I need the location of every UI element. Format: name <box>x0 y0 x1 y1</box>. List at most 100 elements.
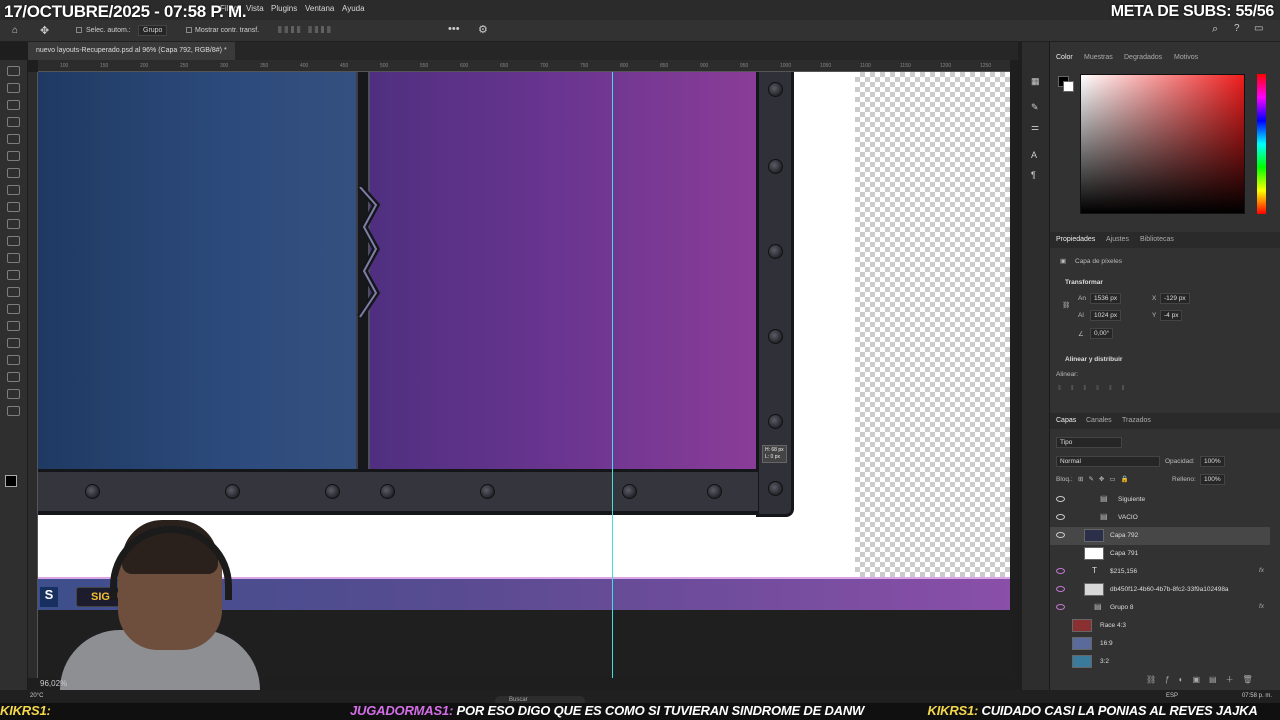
layer-row[interactable]: ▤ VACIO <box>1050 509 1270 527</box>
layer-row-selected[interactable]: Capa 792 <box>1050 527 1270 545</box>
fx-icon[interactable]: fx <box>1259 603 1264 610</box>
layer-row[interactable]: db450f12-4b60-4b7b-8fc2-33f9a102498a <box>1050 581 1270 599</box>
frame-tool[interactable] <box>7 151 20 161</box>
options-bar: ⌂ ✥ Selec. autom.: Grupo Mostrar contr. … <box>0 20 1280 42</box>
tab-swatches[interactable]: Muestras <box>1084 54 1113 61</box>
tab-paths[interactable]: Trazados <box>1122 417 1151 424</box>
width-input[interactable]: 1536 px <box>1090 293 1122 304</box>
weather-widget[interactable]: 20°C <box>30 693 43 699</box>
move-tool-icon[interactable]: ✥ <box>40 24 49 37</box>
layer-row[interactable]: ▤ Siguiente <box>1050 491 1270 509</box>
align-title[interactable]: Alinear y distribuir <box>1065 356 1122 363</box>
stamp-tool[interactable] <box>7 219 20 229</box>
layer-thumbnail <box>1084 547 1104 560</box>
text-layer-icon: T <box>1092 566 1097 575</box>
brush-panel-icon[interactable]: ✎ <box>1031 102 1039 113</box>
visibility-icon[interactable] <box>1056 532 1065 538</box>
layer-row[interactable]: Capa 791 <box>1050 545 1270 563</box>
align-icons[interactable]: ⫴ ⫴ ⫴ ⫴ ⫴ ⫴ ⫴ ⫴ <box>278 25 331 36</box>
brush-tool[interactable] <box>7 202 20 212</box>
healing-tool[interactable] <box>7 185 20 195</box>
folder-icon: ▤ <box>1100 494 1108 503</box>
ruler-tick: 150 <box>100 63 109 69</box>
document-tab[interactable]: nuevo layouts-Recuperado.psd al 96% (Cap… <box>28 42 235 60</box>
dodge-tool[interactable] <box>7 304 20 314</box>
marquee-tool[interactable] <box>7 83 20 93</box>
tab-gradients[interactable]: Degradados <box>1124 54 1162 61</box>
paragraph-icon[interactable]: ¶ <box>1031 170 1036 180</box>
path-select-tool[interactable] <box>7 355 20 365</box>
bg-swatch[interactable] <box>1063 81 1074 92</box>
fill-input[interactable]: 100% <box>1200 474 1225 485</box>
workspace-icon[interactable]: ▭ <box>1254 23 1263 34</box>
link-icon[interactable]: ⛓ <box>1062 301 1070 309</box>
blend-mode-dropdown[interactable]: Normal <box>1056 456 1160 467</box>
tab-layers[interactable]: Capas <box>1056 417 1076 424</box>
opacity-input[interactable]: 100% <box>1200 456 1225 467</box>
blur-tool[interactable] <box>7 287 20 297</box>
hue-slider[interactable] <box>1257 74 1266 214</box>
history-brush-tool[interactable] <box>7 236 20 246</box>
help-icon[interactable]: ? <box>1234 23 1240 34</box>
pen-tool[interactable] <box>7 321 20 331</box>
menu-ayuda[interactable]: Ayuda <box>342 4 365 13</box>
menu-ventana[interactable]: Ventana <box>305 4 334 13</box>
visibility-icon[interactable] <box>1056 496 1065 502</box>
lasso-tool[interactable] <box>7 100 20 110</box>
visibility-icon[interactable] <box>1056 604 1065 610</box>
hand-tool[interactable] <box>7 389 20 399</box>
layer-row[interactable]: Race 4:3 <box>1050 617 1270 635</box>
gradient-tool[interactable] <box>7 270 20 280</box>
menu-vista[interactable]: Vista <box>246 4 264 13</box>
eraser-tool[interactable] <box>7 253 20 263</box>
align-buttons[interactable]: ⫴⫴⫴⫴⫴⫴ <box>1058 385 1134 393</box>
move-tool[interactable] <box>7 66 20 76</box>
height-input[interactable]: 1024 px <box>1090 310 1122 321</box>
tab-patterns[interactable]: Motivos <box>1174 54 1198 61</box>
lock-icons[interactable]: ⊞✎✥▭🔒 <box>1078 475 1134 483</box>
more-options-icon[interactable]: ••• <box>448 23 460 35</box>
tab-channels[interactable]: Canales <box>1086 417 1112 424</box>
layer-row[interactable]: T $215,156 fx <box>1050 563 1270 581</box>
zoom-level[interactable]: 96,02% <box>40 679 67 688</box>
home-icon[interactable]: ⌂ <box>12 25 18 36</box>
tab-color[interactable]: Color <box>1056 54 1073 61</box>
search-icon[interactable]: ⌕ <box>1212 23 1218 36</box>
visibility-icon[interactable] <box>1056 514 1065 520</box>
language-indicator[interactable]: ESP <box>1166 693 1178 699</box>
ruler-tick: 900 <box>700 63 709 69</box>
eyedropper-tool[interactable] <box>7 168 20 178</box>
auto-select-checkbox[interactable] <box>76 27 82 33</box>
y-input[interactable]: -4 px <box>1160 310 1183 321</box>
show-transform-checkbox[interactable] <box>186 27 192 33</box>
zoom-tool[interactable] <box>7 406 20 416</box>
layer-row[interactable]: 16:9 <box>1050 635 1270 653</box>
tab-properties[interactable]: Propiedades <box>1056 236 1095 243</box>
auto-select-dropdown[interactable]: Grupo <box>138 25 168 36</box>
x-input[interactable]: -129 px <box>1160 293 1190 304</box>
angle-input[interactable]: 0,00° <box>1090 328 1114 339</box>
character-icon[interactable]: A <box>1031 150 1037 160</box>
tab-libraries[interactable]: Bibliotecas <box>1140 236 1174 243</box>
type-tool[interactable] <box>7 338 20 348</box>
crop-tool[interactable] <box>7 134 20 144</box>
layers-footer-icons[interactable]: ⛓ƒ◐▣▤＋🗑 <box>1146 674 1262 685</box>
shape-tool[interactable] <box>7 372 20 382</box>
fx-icon[interactable]: fx <box>1259 567 1264 574</box>
foreground-color[interactable] <box>5 475 17 487</box>
taskbar-clock[interactable]: 07:58 p. m. <box>1242 693 1272 699</box>
layer-filter-dropdown[interactable]: Tipo <box>1056 437 1122 448</box>
adjust-icon[interactable]: ⚌ <box>1031 122 1039 133</box>
gear-icon[interactable]: ⚙ <box>478 23 488 36</box>
history-icon[interactable]: ▦ <box>1031 76 1040 87</box>
visibility-icon[interactable] <box>1056 568 1065 574</box>
tab-adjustments[interactable]: Ajustes <box>1106 236 1129 243</box>
menu-plugins[interactable]: Plugins <box>271 4 297 13</box>
layer-row[interactable]: 3:2 <box>1050 653 1270 671</box>
color-picker-field[interactable] <box>1080 74 1245 214</box>
quick-select-tool[interactable] <box>7 117 20 127</box>
cyan-guide-line[interactable] <box>612 72 613 678</box>
layer-row[interactable]: ▤ Grupo 8 fx <box>1050 599 1270 617</box>
transform-title[interactable]: Transformar <box>1065 279 1103 286</box>
visibility-icon[interactable] <box>1056 586 1065 592</box>
